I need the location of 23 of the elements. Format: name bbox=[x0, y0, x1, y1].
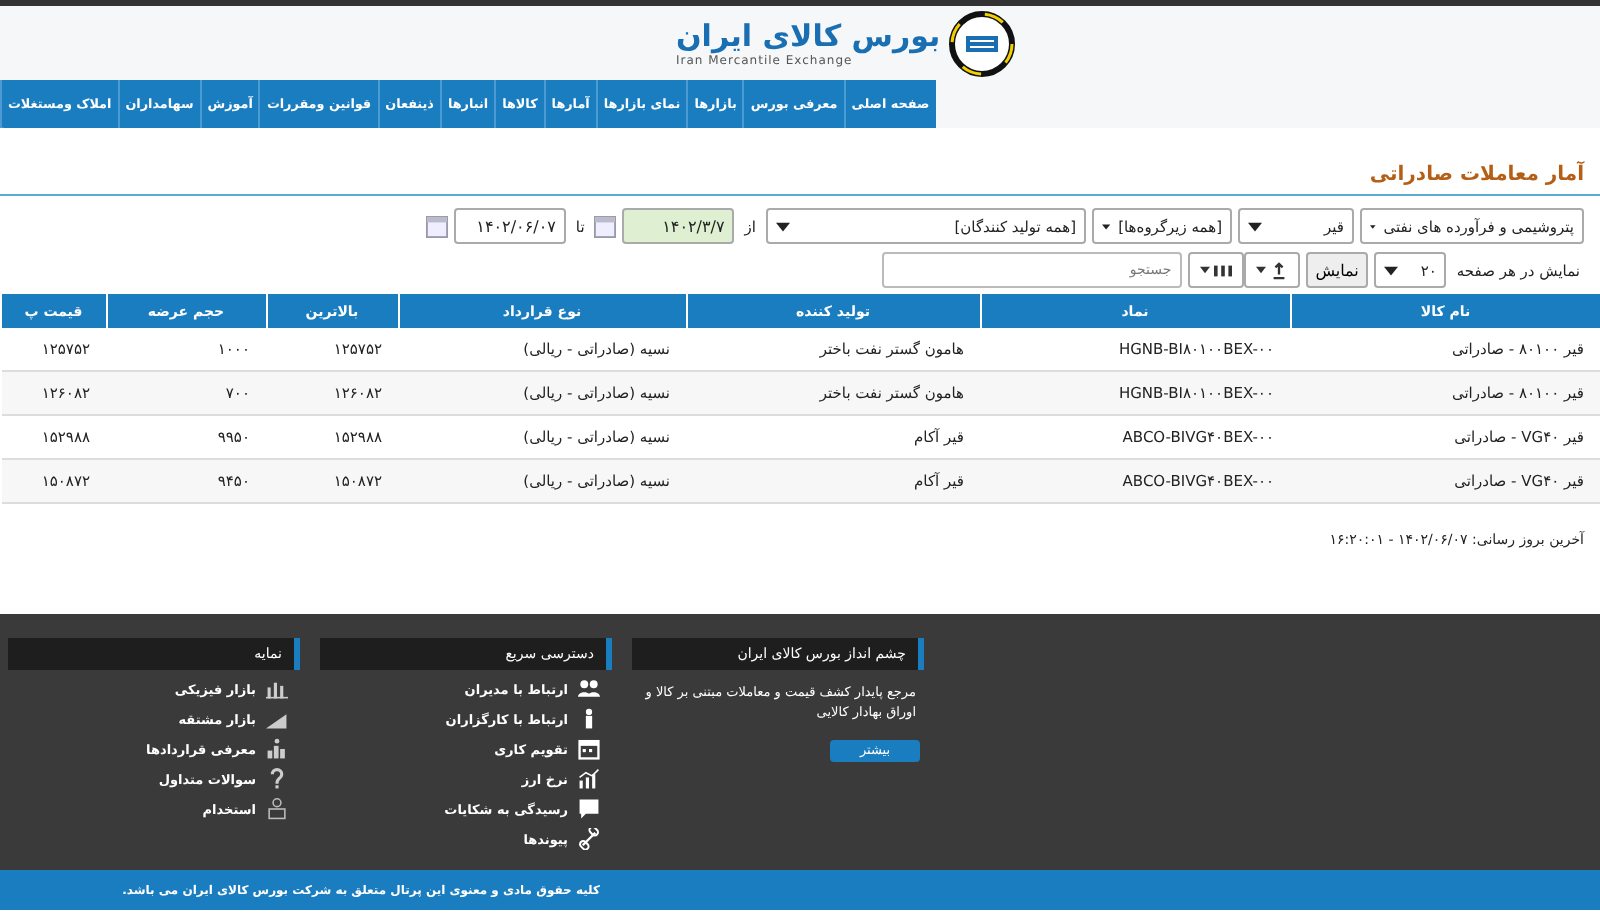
caret-icon bbox=[776, 221, 790, 231]
calendar-icon bbox=[578, 738, 600, 760]
caret-icon bbox=[1199, 266, 1210, 274]
caret-icon bbox=[1255, 266, 1266, 274]
site-title: بورس کالای ایران bbox=[676, 18, 941, 54]
export-menu-button[interactable] bbox=[1243, 252, 1300, 288]
calendar-icon[interactable] bbox=[594, 215, 617, 237]
show-button[interactable]: نمایش bbox=[1305, 252, 1369, 288]
caret-icon bbox=[1102, 221, 1111, 231]
columns-menu-button[interactable] bbox=[1187, 252, 1244, 288]
export-icon bbox=[1269, 261, 1288, 279]
from-date-field[interactable]: ۱۴۰۲/۳/۷ bbox=[622, 208, 735, 244]
link-icon bbox=[578, 828, 600, 850]
people-icon bbox=[578, 678, 600, 700]
columns-icon bbox=[1213, 261, 1232, 279]
question-icon bbox=[266, 768, 288, 790]
caret-icon bbox=[1384, 265, 1399, 275]
page-title: آمار معاملات صادراتی bbox=[0, 128, 1600, 196]
caret-icon bbox=[1248, 221, 1262, 231]
to-date-field[interactable]: ۱۴۰۲/۰۶/۰۷ bbox=[453, 208, 566, 244]
comment-icon bbox=[578, 798, 600, 820]
calendar-icon[interactable] bbox=[425, 215, 448, 237]
logo-icon bbox=[948, 9, 1017, 77]
